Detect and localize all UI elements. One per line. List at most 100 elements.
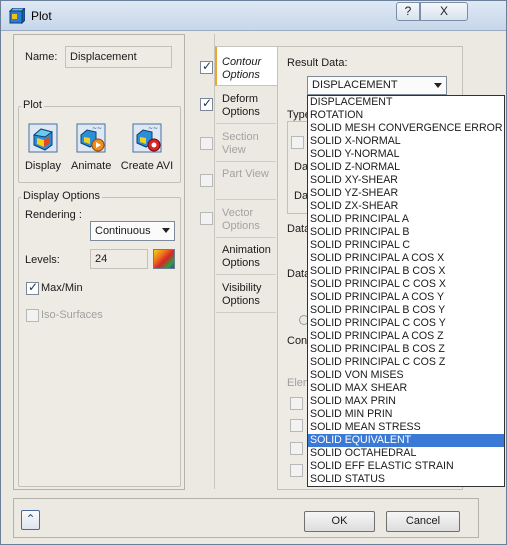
dropdown-option[interactable]: SOLID MAX SHEAR	[308, 382, 504, 395]
dropdown-option[interactable]: SOLID VON MISES	[308, 369, 504, 382]
display-icon	[28, 123, 58, 153]
vector-options-checkbox[interactable]	[200, 212, 213, 225]
dropdown-option[interactable]: SOLID MEAN STRESS	[308, 421, 504, 434]
dropdown-option[interactable]: SOLID PRINCIPAL C COS Y	[308, 317, 504, 330]
tab-section-view[interactable]: Section View	[222, 131, 277, 157]
animate-button[interactable]: ~~ Animate	[71, 123, 111, 172]
tab-divider	[216, 274, 276, 275]
tab-contour-options[interactable]: Contour Options	[222, 56, 277, 82]
deform-options-checkbox[interactable]	[200, 96, 213, 111]
create-avi-button-label: Create AVI	[120, 160, 174, 172]
tab-vector-line2: Options	[222, 220, 260, 232]
color-palette-icon[interactable]	[153, 249, 175, 269]
dropdown-option[interactable]: SOLID PRINCIPAL A COS Y	[308, 291, 504, 304]
dropdown-option[interactable]: DISPLACEMENT	[308, 96, 504, 109]
tab-animation-line1: Animation	[222, 244, 271, 256]
dropdown-option[interactable]: SOLID PRINCIPAL C	[308, 239, 504, 252]
plot-app-icon	[9, 8, 25, 24]
con-label: Con	[287, 335, 308, 347]
tab-visibility-options[interactable]: Visibility Options	[222, 282, 277, 308]
dropdown-option[interactable]: SOLID X-NORMAL	[308, 135, 504, 148]
dropdown-option[interactable]: SOLID PRINCIPAL B COS Y	[308, 304, 504, 317]
section-view-checkbox[interactable]	[200, 137, 213, 150]
contour-options-checkbox[interactable]	[200, 59, 213, 74]
tab-deform-line2: Options	[222, 106, 260, 118]
dropdown-option[interactable]: SOLID EQUIVALENT	[308, 434, 504, 447]
iso-surfaces-checkbox[interactable]	[26, 309, 39, 322]
display-options-title: Display Options	[21, 190, 103, 202]
tab-animation-options[interactable]: Animation Options	[222, 244, 277, 270]
da-label-2: Da	[294, 190, 309, 202]
display-button[interactable]: Display	[23, 123, 63, 172]
display-button-label: Display	[24, 160, 62, 172]
animate-icon: ~~	[76, 123, 106, 153]
dropdown-option[interactable]: SOLID PRINCIPAL A COS Z	[308, 330, 504, 343]
dropdown-option[interactable]: SOLID EFF ELASTIC STRAIN	[308, 460, 504, 473]
rendering-value: Continuous	[95, 225, 151, 237]
result-data-value: DISPLACEMENT	[312, 79, 398, 91]
dropdown-option[interactable]: SOLID MESH CONVERGENCE ERROR	[308, 122, 504, 135]
tab-deform-options[interactable]: Deform Options	[222, 93, 277, 119]
part-view-checkbox[interactable]	[200, 174, 213, 187]
tab-vector-options[interactable]: Vector Options	[222, 207, 277, 233]
tab-part-line1: Part View	[222, 168, 269, 180]
tab-contour-line1: Contour	[222, 56, 262, 68]
dropdown-option[interactable]: SOLID PRINCIPAL C COS X	[308, 278, 504, 291]
name-label: Name:	[25, 51, 58, 63]
maxmin-checkbox[interactable]	[26, 280, 39, 295]
dropdown-option[interactable]: SOLID PRINCIPAL A	[308, 213, 504, 226]
dropdown-option[interactable]: SOLID PRINCIPAL B COS X	[308, 265, 504, 278]
type-checkbox[interactable]	[291, 136, 304, 149]
elem-checkbox-3[interactable]	[290, 442, 303, 455]
dropdown-option[interactable]: SOLID PRINCIPAL A COS X	[308, 252, 504, 265]
dropdown-option[interactable]: SOLID MAX PRIN	[308, 395, 504, 408]
dropdown-option[interactable]: SOLID PRINCIPAL C COS Z	[308, 356, 504, 369]
dropdown-option[interactable]: SOLID Z-NORMAL	[308, 161, 504, 174]
rendering-label: Rendering :	[25, 209, 82, 221]
tab-column-divider	[214, 34, 215, 489]
dropdown-option[interactable]: ROTATION	[308, 109, 504, 122]
iso-surfaces-label: Iso-Surfaces	[41, 309, 103, 321]
svg-text:~~: ~~	[92, 125, 102, 132]
tab-vector-line1: Vector	[222, 207, 254, 219]
rendering-select[interactable]: Continuous	[90, 221, 175, 241]
help-button[interactable]: ?	[396, 2, 420, 21]
tab-divider	[216, 237, 276, 238]
elem-checkbox-4[interactable]	[290, 464, 303, 477]
dropdown-option[interactable]: SOLID OCTAHEDRAL	[308, 447, 504, 460]
dropdown-option[interactable]: SOLID PRINCIPAL B	[308, 226, 504, 239]
result-data-select[interactable]: DISPLACEMENT	[307, 76, 447, 95]
dropdown-option[interactable]: SOLID PRINCIPAL B COS Z	[308, 343, 504, 356]
tab-divider	[216, 123, 276, 124]
tab-divider	[216, 312, 276, 313]
dropdown-option[interactable]: SOLID STATUS	[308, 473, 504, 486]
tab-visibility-line2: Options	[222, 295, 260, 307]
tab-deform-line1: Deform	[222, 93, 259, 105]
dropdown-option[interactable]: SOLID ZX-SHEAR	[308, 200, 504, 213]
da-label-1: Da	[294, 161, 309, 173]
tab-visibility-line1: Visibility	[222, 282, 262, 294]
cancel-button[interactable]: Cancel	[386, 511, 460, 532]
levels-label: Levels:	[25, 254, 60, 266]
result-data-dropdown-list[interactable]: DISPLACEMENT ROTATION SOLID MESH CONVERGEN…	[307, 95, 505, 487]
create-avi-button[interactable]: ~~ Create AVI	[117, 123, 177, 172]
tab-part-view[interactable]: Part View	[222, 168, 277, 181]
levels-input[interactable]: 24	[90, 249, 148, 269]
plot-group-title: Plot	[21, 99, 44, 111]
tab-section-line2: View	[222, 144, 246, 156]
dropdown-option[interactable]: SOLID MIN PRIN	[308, 408, 504, 421]
ok-button[interactable]: OK	[304, 511, 375, 532]
elem-checkbox-1[interactable]	[290, 397, 303, 410]
expand-button[interactable]: ⌃	[21, 510, 40, 530]
tab-section-line1: Section	[222, 131, 259, 143]
dropdown-option[interactable]: SOLID YZ-SHEAR	[308, 187, 504, 200]
window-title: Plot	[31, 9, 52, 23]
dropdown-option[interactable]: SOLID XY-SHEAR	[308, 174, 504, 187]
tab-divider	[216, 161, 276, 162]
dropdown-option[interactable]: SOLID Y-NORMAL	[308, 148, 504, 161]
plot-dialog: Plot ? X Name: Displacement Plot Display…	[0, 0, 507, 545]
elem-checkbox-2[interactable]	[290, 419, 303, 432]
name-field[interactable]: Displacement	[65, 46, 172, 68]
close-button[interactable]: X	[420, 2, 468, 21]
tab-contour-line2: Options	[222, 69, 260, 81]
